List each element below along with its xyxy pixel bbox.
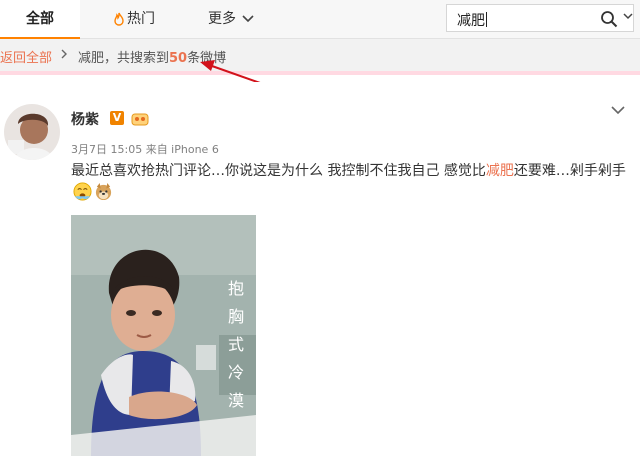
caption-char: 胸 — [227, 307, 244, 326]
post-menu-chevron-icon[interactable] — [611, 106, 625, 115]
doge-emoji — [95, 182, 112, 201]
back-to-all-link[interactable]: 返回全部 — [0, 47, 52, 66]
tab-all[interactable]: 全部 — [0, 0, 80, 39]
result-prefix: 减肥，共搜索到 — [78, 51, 170, 66]
chevron-right-icon — [61, 49, 67, 59]
search-box[interactable]: 减肥 — [446, 4, 634, 32]
caption-char: 漠 — [227, 391, 244, 410]
caption-char: 式 — [227, 335, 244, 354]
author-name[interactable]: 杨紫 — [71, 109, 99, 129]
text-cursor — [486, 12, 487, 27]
level-icon — [131, 113, 149, 126]
tab-more-label: 更多 — [208, 11, 236, 27]
weibo-post: 杨紫 V 3月7日 15:05 来自 iPhone 6 最近总喜欢抢热门评论…你… — [0, 82, 640, 456]
tab-all-label: 全部 — [26, 11, 54, 27]
post-meta: 3月7日 15:05 来自 iPhone 6 — [71, 143, 219, 156]
tab-more[interactable]: 更多 — [208, 0, 254, 38]
image-caption: 抱 胸 式 冷 漠 — [224, 275, 248, 415]
post-text-part: 最近总喜欢抢热门评论…你说这是为什么 我控制不住我自己 感觉比 — [71, 163, 486, 179]
crying-emoji — [73, 182, 92, 201]
tab-hot[interactable]: 热门 — [113, 0, 155, 38]
post-image[interactable]: 抱 胸 式 冷 漠 — [71, 215, 256, 456]
result-suffix: 条微博 — [187, 51, 227, 66]
result-count: 50 — [169, 51, 188, 66]
caption-char: 冷 — [227, 363, 244, 382]
fire-icon — [114, 12, 124, 26]
verified-icon: V — [110, 111, 124, 125]
post-text-part: 还要难…剁手剁手 — [513, 163, 626, 179]
keyword-highlight: 减肥 — [485, 163, 514, 179]
search-result-strip: 返回全部 减肥，共搜索到50条微博 — [0, 39, 640, 75]
search-icon[interactable] — [600, 10, 618, 28]
caption-char: 抱 — [227, 279, 244, 298]
top-nav: 全部 热门 更多 减肥 — [0, 0, 640, 39]
search-input[interactable]: 减肥 — [457, 10, 487, 30]
result-count-text: 减肥，共搜索到50条微博 — [78, 47, 226, 66]
search-value: 减肥 — [457, 13, 485, 29]
avatar[interactable] — [4, 104, 60, 160]
post-text: 最近总喜欢抢热门评论…你说这是为什么 我控制不住我自己 感觉比减肥还要难…剁手剁… — [71, 160, 636, 204]
chevron-down-icon — [242, 15, 254, 23]
search-scope-chevron-icon[interactable] — [623, 13, 633, 20]
tab-hot-label: 热门 — [127, 11, 155, 27]
